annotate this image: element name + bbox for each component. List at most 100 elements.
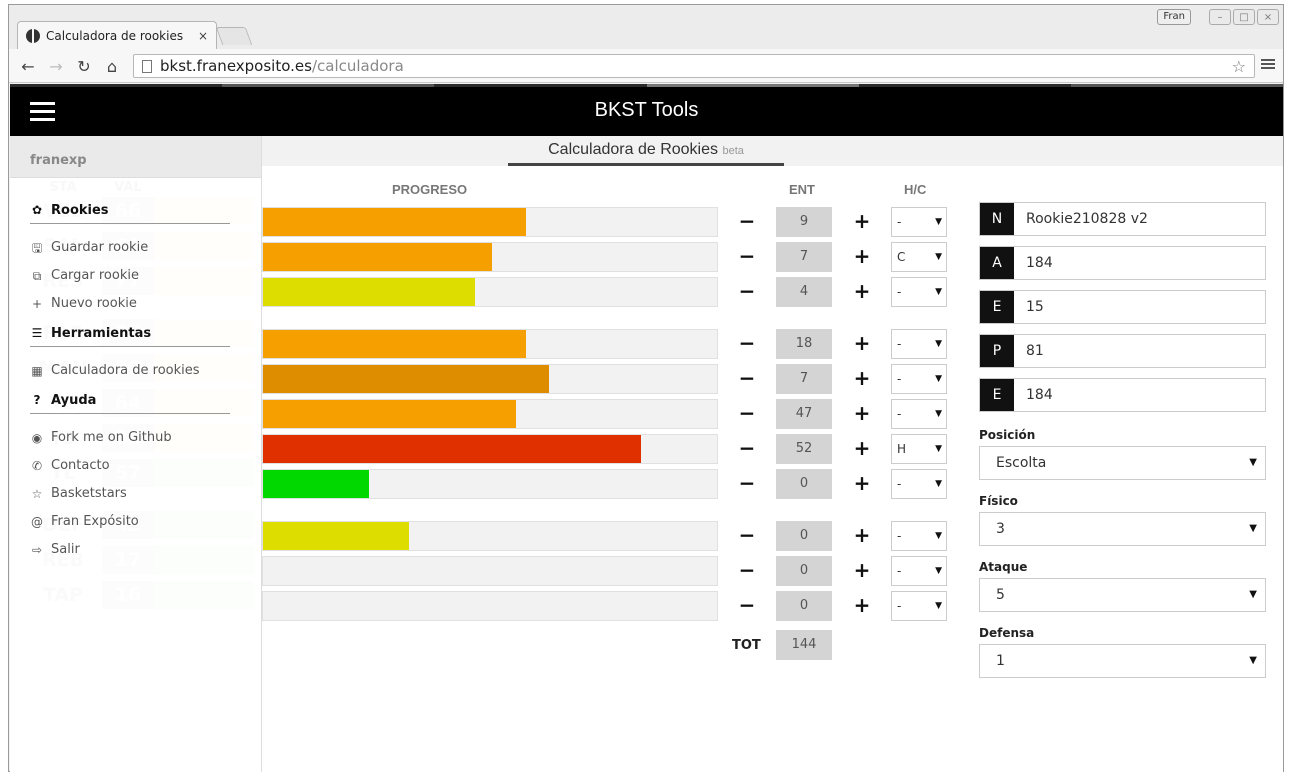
increment-button[interactable]: +: [850, 209, 874, 233]
decrement-button[interactable]: −: [735, 558, 759, 582]
form-select[interactable]: 3 ▼: [979, 512, 1266, 546]
ent-value: 9: [776, 207, 832, 237]
increment-button[interactable]: +: [850, 593, 874, 617]
tab-title: Calculadora de rookies: [46, 28, 184, 43]
form-select[interactable]: 5 ▼: [979, 578, 1266, 612]
sidebar-item[interactable]: 🖫 Guardar rookie: [30, 234, 230, 262]
progress-bar: [262, 399, 718, 429]
hc-select-value: C: [897, 250, 906, 264]
select-label: Defensa: [979, 626, 1035, 640]
sidebar-item[interactable]: @ Fran Expósito: [30, 508, 230, 536]
decrement-button[interactable]: −: [735, 436, 759, 460]
decrement-button[interactable]: −: [735, 366, 759, 390]
field-tag: E: [980, 379, 1014, 411]
chevron-down-icon: ▼: [935, 339, 942, 349]
sidebar: franexp ✿ Rookies 🖫 Guardar rookie ⧉ Cargar r…: [10, 136, 262, 772]
hc-select[interactable]: H ▼: [891, 434, 947, 464]
form-field[interactable]: E 184: [979, 378, 1266, 412]
form-field[interactable]: A 184: [979, 246, 1266, 280]
back-icon[interactable]: ←: [17, 55, 39, 77]
hc-select-value: -: [897, 337, 902, 351]
sidebar-item[interactable]: ◉ Fork me on Github: [30, 424, 230, 452]
progress-header: PROGRESO: [392, 182, 468, 197]
sidebar-heading[interactable]: ? Ayuda: [30, 386, 230, 414]
sidebar-item-label: Calculadora de rookies: [51, 363, 200, 378]
sidebar-heading[interactable]: ✿ Rookies: [30, 196, 230, 224]
hc-select[interactable]: - ▼: [891, 207, 947, 237]
form-select[interactable]: 1 ▼: [979, 644, 1266, 678]
url-path: /calculadora: [311, 57, 404, 75]
decrement-button[interactable]: −: [735, 244, 759, 268]
form-field[interactable]: E 15: [979, 290, 1266, 324]
form-field[interactable]: N Rookie210828 v2: [979, 202, 1266, 236]
decrement-button[interactable]: −: [735, 331, 759, 355]
increment-button[interactable]: +: [850, 366, 874, 390]
tab-calculadora[interactable]: Calculadora de Rookies beta: [508, 136, 784, 166]
home-icon[interactable]: ⌂: [101, 55, 123, 77]
sidebar-item[interactable]: ⇨ Salir: [30, 536, 230, 564]
chevron-down-icon: ▼: [1249, 523, 1257, 534]
form-select[interactable]: Escolta ▼: [979, 446, 1266, 480]
close-window-button[interactable]: ×: [1257, 9, 1279, 25]
form-select-value: 3: [996, 521, 1005, 537]
browser-menu-icon[interactable]: [1261, 57, 1275, 73]
sidebar-heading[interactable]: ☰ Herramientas: [30, 319, 230, 347]
browser-window: Calculadora de rookies × Fran – □ × ← → …: [8, 4, 1284, 772]
chevron-down-icon: ▼: [935, 531, 942, 541]
decrement-button[interactable]: −: [735, 593, 759, 617]
hc-select[interactable]: - ▼: [891, 556, 947, 586]
hc-select[interactable]: - ▼: [891, 364, 947, 394]
increment-button[interactable]: +: [850, 401, 874, 425]
tab-close-icon[interactable]: ×: [198, 29, 208, 43]
reload-icon[interactable]: ↻: [73, 55, 95, 77]
chevron-down-icon: ▼: [935, 409, 942, 419]
beta-badge: beta: [722, 145, 744, 157]
address-bar[interactable]: bkst.franexposito.es /calculadora ☆: [133, 54, 1255, 78]
browser-toolbar: ← → ↻ ⌂ bkst.franexposito.es /calculador…: [9, 49, 1283, 83]
sidebar-item[interactable]: ▦ Calculadora de rookies: [30, 357, 230, 385]
progress-bar-fill: [263, 522, 410, 550]
chevron-down-icon: ▼: [935, 479, 942, 489]
maximize-button[interactable]: □: [1233, 9, 1255, 25]
hc-select[interactable]: - ▼: [891, 521, 947, 551]
decrement-button[interactable]: −: [735, 523, 759, 547]
bookmark-star-icon[interactable]: ☆: [1232, 57, 1246, 76]
decrement-button[interactable]: −: [735, 209, 759, 233]
progress-bar: [262, 242, 718, 272]
hc-select[interactable]: - ▼: [891, 277, 947, 307]
chevron-down-icon: ▼: [935, 601, 942, 611]
new-tab-button[interactable]: [215, 27, 253, 45]
hc-select[interactable]: C ▼: [891, 242, 947, 272]
increment-button[interactable]: +: [850, 331, 874, 355]
form-field[interactable]: P 81: [979, 334, 1266, 368]
decrement-button[interactable]: −: [735, 279, 759, 303]
select-label: Físico: [979, 494, 1018, 508]
profile-badge[interactable]: Fran: [1157, 9, 1191, 25]
sidebar-item-label: Contacto: [51, 458, 110, 473]
increment-button[interactable]: +: [850, 436, 874, 460]
forward-icon[interactable]: →: [45, 55, 67, 77]
increment-button[interactable]: +: [850, 523, 874, 547]
field-value: 15: [1026, 299, 1044, 315]
browser-tab[interactable]: Calculadora de rookies ×: [17, 21, 217, 49]
chevron-down-icon: ▼: [1249, 655, 1257, 666]
sidebar-item[interactable]: ⧉ Cargar rookie: [30, 262, 230, 290]
sidebar-item[interactable]: ☆ Basketstars: [30, 480, 230, 508]
sidebar-item[interactable]: ✆ Contacto: [30, 452, 230, 480]
increment-button[interactable]: +: [850, 279, 874, 303]
decrement-button[interactable]: −: [735, 401, 759, 425]
increment-button[interactable]: +: [850, 558, 874, 582]
increment-button[interactable]: +: [850, 244, 874, 268]
header-color-strip: [10, 84, 1283, 87]
ent-value: 0: [776, 521, 832, 551]
hc-select[interactable]: - ▼: [891, 591, 947, 621]
sidebar-item[interactable]: + Nuevo rookie: [30, 290, 230, 318]
decrement-button[interactable]: −: [735, 471, 759, 495]
increment-button[interactable]: +: [850, 471, 874, 495]
minimize-button[interactable]: –: [1209, 9, 1231, 25]
hc-select[interactable]: - ▼: [891, 399, 947, 429]
hc-select[interactable]: - ▼: [891, 469, 947, 499]
hc-select[interactable]: - ▼: [891, 329, 947, 359]
hc-select-value: -: [897, 599, 902, 613]
tab-calculadora-label: Calculadora de Rookies: [548, 141, 718, 158]
